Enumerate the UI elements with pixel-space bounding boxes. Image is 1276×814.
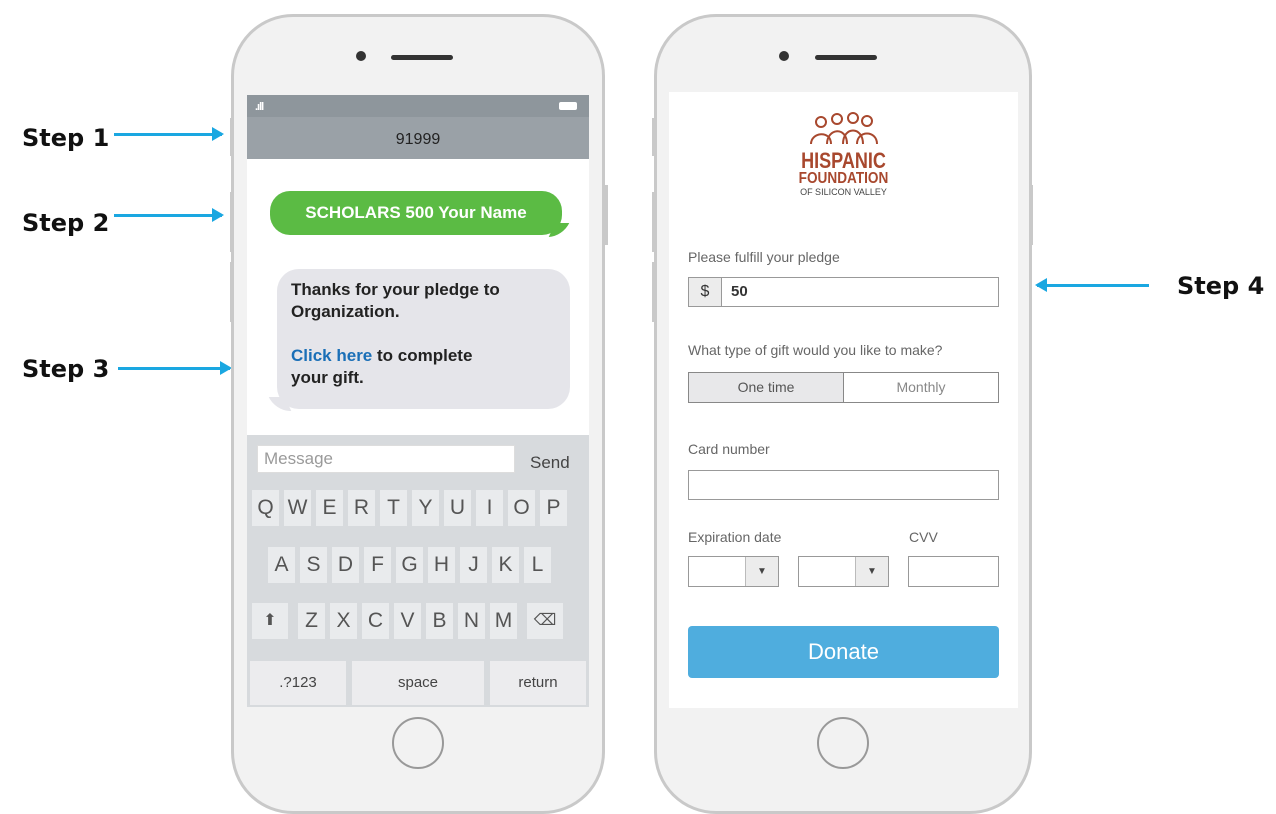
camera-icon: [356, 51, 366, 61]
return-key[interactable]: return: [490, 661, 586, 705]
currency-symbol: $: [689, 278, 722, 306]
key-y[interactable]: Y: [412, 490, 439, 526]
card-number-input[interactable]: [688, 470, 999, 500]
contact-number: 91999: [395, 131, 441, 148]
step-4-label: Step 4: [1177, 272, 1265, 300]
speaker-grille: [391, 55, 453, 60]
key-n[interactable]: N: [458, 603, 485, 639]
key-z[interactable]: Z: [298, 603, 325, 639]
keyboard: Message Send Q W E R T Y U I O P A S D F…: [247, 435, 589, 707]
people-logo-icon: [669, 110, 1018, 151]
hispanic-foundation-logo: HISPANIC FOUNDATION OF SILICON VALLEY: [669, 110, 1018, 198]
chevron-down-icon: ▼: [745, 557, 778, 586]
chevron-down-icon: ▼: [855, 557, 888, 586]
amount-field[interactable]: $ 50: [688, 277, 999, 307]
key-g[interactable]: G: [396, 547, 423, 583]
key-c[interactable]: C: [362, 603, 389, 639]
card-number-label: Card number: [688, 441, 770, 457]
reply-line-1: Thanks for your pledge to: [291, 280, 500, 299]
cvv-input[interactable]: [908, 556, 999, 587]
expiration-year-select[interactable]: ▼: [798, 556, 889, 587]
signal-icon: .ıll: [255, 101, 264, 113]
step-1-label: Step 1: [22, 124, 110, 152]
sms-screen: .ıll 91999 SCHOLARS 500 Your Name Thanks…: [247, 95, 589, 707]
reply-line-4: your gift.: [291, 368, 364, 387]
step-1-arrow: [114, 127, 224, 141]
key-d[interactable]: D: [332, 547, 359, 583]
step-3-arrow: [118, 361, 232, 375]
key-h[interactable]: H: [428, 547, 455, 583]
gift-type-toggle: One time Monthly: [688, 372, 999, 403]
send-button[interactable]: Send: [530, 453, 570, 473]
key-i[interactable]: I: [476, 490, 503, 526]
logo-line-1: HISPANIC: [801, 148, 886, 173]
key-l[interactable]: L: [524, 547, 551, 583]
key-k[interactable]: K: [492, 547, 519, 583]
key-u[interactable]: U: [444, 490, 471, 526]
key-m[interactable]: M: [490, 603, 517, 639]
message-thread: SCHOLARS 500 Your Name Thanks for your p…: [247, 159, 589, 435]
amount-value: 50: [731, 283, 748, 300]
numbers-key[interactable]: .?123: [250, 661, 346, 705]
key-b[interactable]: B: [426, 603, 453, 639]
conversation-header: 91999: [247, 117, 589, 159]
key-q[interactable]: Q: [252, 490, 279, 526]
step-2-label: Step 2: [22, 209, 110, 237]
monthly-option[interactable]: Monthly: [844, 373, 998, 402]
reply-line-3: to complete: [377, 346, 473, 365]
gift-type-label: What type of gift would you like to make…: [688, 342, 943, 358]
key-v[interactable]: V: [394, 603, 421, 639]
space-key[interactable]: space: [352, 661, 484, 705]
home-button[interactable]: [817, 717, 869, 769]
home-button[interactable]: [392, 717, 444, 769]
sent-message-text: SCHOLARS 500 Your Name: [305, 203, 527, 222]
one-time-option[interactable]: One time: [689, 373, 844, 402]
cvv-label: CVV: [909, 529, 938, 545]
key-x[interactable]: X: [330, 603, 357, 639]
key-a[interactable]: A: [268, 547, 295, 583]
battery-icon: [559, 102, 577, 110]
expiration-label: Expiration date: [688, 529, 782, 545]
logo-line-3: OF SILICON VALLEY: [800, 187, 887, 197]
donation-screen: HISPANIC FOUNDATION OF SILICON VALLEY Pl…: [669, 92, 1018, 708]
received-message-bubble: Thanks for your pledge to Organization. …: [277, 269, 570, 409]
camera-icon: [779, 51, 789, 61]
message-input[interactable]: Message: [257, 445, 515, 473]
phone-side-button: [605, 185, 608, 245]
key-f[interactable]: F: [364, 547, 391, 583]
key-r[interactable]: R: [348, 490, 375, 526]
complete-gift-link[interactable]: Click here: [291, 346, 372, 365]
step-4-arrow: [1035, 278, 1149, 292]
backspace-key-icon[interactable]: ⌫: [527, 603, 563, 639]
key-p[interactable]: P: [540, 490, 567, 526]
donate-button[interactable]: Donate: [688, 626, 999, 678]
step-2-arrow: [114, 208, 224, 222]
key-e[interactable]: E: [316, 490, 343, 526]
reply-line-2: Organization.: [291, 302, 400, 321]
expiration-month-select[interactable]: ▼: [688, 556, 779, 587]
key-t[interactable]: T: [380, 490, 407, 526]
status-bar: .ıll: [247, 95, 589, 117]
pledge-label: Please fulfill your pledge: [688, 249, 840, 265]
key-w[interactable]: W: [284, 490, 311, 526]
key-j[interactable]: J: [460, 547, 487, 583]
step-3-label: Step 3: [22, 355, 110, 383]
shift-key-icon[interactable]: ⬆: [252, 603, 288, 639]
key-o[interactable]: O: [508, 490, 535, 526]
logo-line-2: FOUNDATION: [798, 170, 889, 187]
key-s[interactable]: S: [300, 547, 327, 583]
speaker-grille: [815, 55, 877, 60]
sent-message-bubble: SCHOLARS 500 Your Name: [270, 191, 562, 235]
